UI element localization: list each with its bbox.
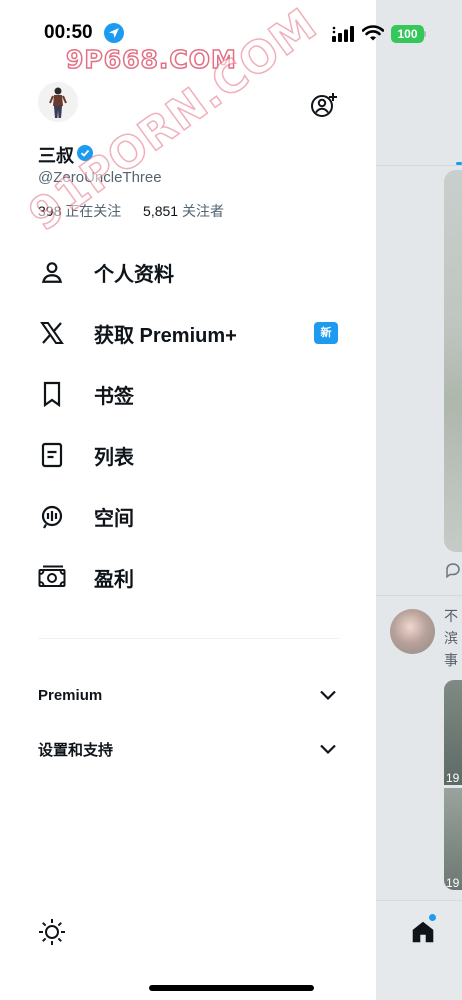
timeline-peek[interactable]: 不 滨 事 19 19 xyxy=(376,0,462,1000)
new-badge: 新 xyxy=(314,322,338,344)
followers-count: 5,851 xyxy=(143,203,179,219)
avatar[interactable] xyxy=(38,82,78,122)
menu-item-premium-plus[interactable]: 获取 Premium+ 新 xyxy=(38,311,348,355)
spaces-icon xyxy=(38,502,66,530)
reply-icon[interactable] xyxy=(444,561,462,579)
sun-icon[interactable] xyxy=(37,917,67,947)
followers-label: 关注者 xyxy=(181,203,224,219)
post-text-line: 滨 xyxy=(444,630,458,646)
menu-item-bookmarks[interactable]: 书签 xyxy=(38,372,348,416)
media-count: 19 xyxy=(446,876,460,890)
menu-item-monetization[interactable]: 盈利 xyxy=(38,555,348,599)
signal-icon xyxy=(332,26,354,42)
section-label: 设置和支持 xyxy=(38,741,114,759)
home-icon[interactable] xyxy=(410,919,436,945)
battery-level: 100 xyxy=(391,25,424,43)
bookmark-icon xyxy=(38,380,66,408)
menu-item-label: 空间 xyxy=(94,507,134,530)
section-settings-support[interactable]: 设置和支持 xyxy=(38,734,338,764)
section-label: Premium xyxy=(38,686,103,704)
menu-item-spaces[interactable]: 空间 xyxy=(38,494,348,538)
person-icon xyxy=(38,258,66,286)
navigation-drawer: 三叔 @ZeroUncleThree 398 正在关注 5,851 关注者 个人… xyxy=(0,0,376,1000)
home-indicator[interactable] xyxy=(149,985,314,991)
status-bar: 00:50 100 xyxy=(0,0,462,60)
battery-icon xyxy=(424,31,426,37)
post-media[interactable] xyxy=(444,680,462,785)
notification-dot xyxy=(429,914,436,921)
media-count: 19 xyxy=(446,771,460,785)
menu-item-label: 盈利 xyxy=(94,568,134,591)
menu-item-label: 个人资料 xyxy=(94,263,174,286)
post-text-line: 事 xyxy=(444,652,458,668)
menu-item-profile[interactable]: 个人资料 xyxy=(38,250,348,294)
add-account-icon[interactable] xyxy=(310,92,338,120)
menu-item-lists[interactable]: 列表 xyxy=(38,433,348,477)
menu-divider xyxy=(38,638,339,639)
monetization-icon xyxy=(38,563,66,591)
section-premium[interactable]: Premium xyxy=(38,680,338,710)
author-avatar[interactable] xyxy=(390,609,435,654)
menu-item-label: 列表 xyxy=(94,446,134,469)
bottom-tab-bar xyxy=(376,900,462,1000)
location-arrow-icon xyxy=(104,23,124,43)
post-media[interactable] xyxy=(444,788,462,890)
menu-item-label: 获取 Premium+ xyxy=(94,324,237,347)
post-media[interactable] xyxy=(444,170,462,552)
timeline-divider xyxy=(376,165,462,166)
chevron-down-icon xyxy=(320,690,336,701)
wifi-icon xyxy=(362,25,384,41)
post-text-line: 不 xyxy=(444,608,458,624)
menu-item-label: 书签 xyxy=(94,385,134,408)
post-divider xyxy=(376,595,462,596)
followers-link[interactable]: 5,851 关注者 xyxy=(143,203,224,219)
x-logo-icon xyxy=(38,319,66,347)
chevron-down-icon xyxy=(320,744,336,755)
status-time: 00:50 xyxy=(44,22,93,43)
list-icon xyxy=(38,441,66,469)
